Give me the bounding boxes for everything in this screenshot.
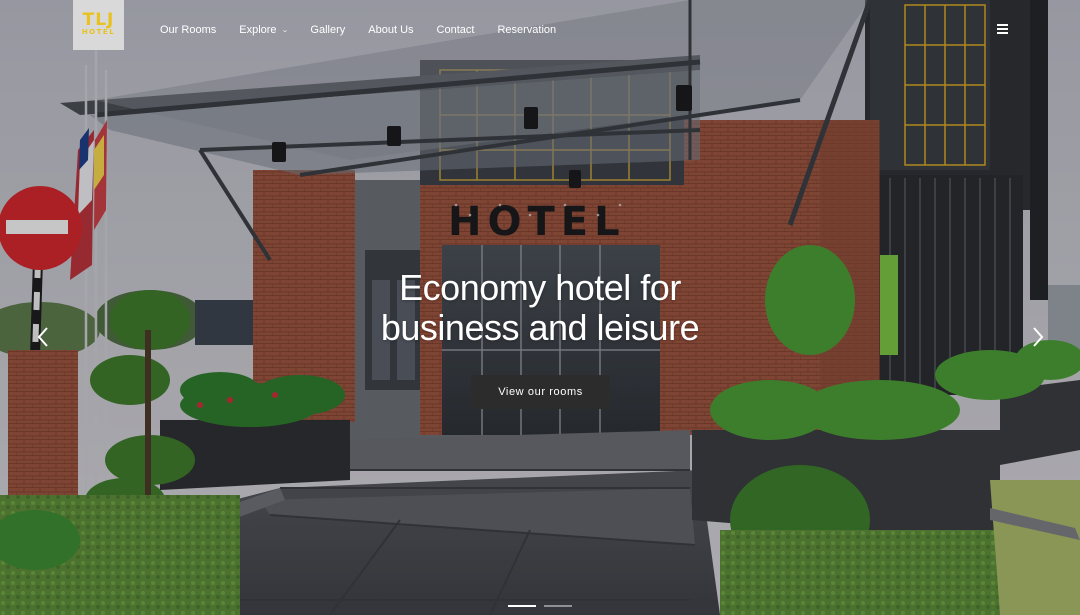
nav-item-about-us[interactable]: About Us [368, 24, 413, 36]
nav-item-contact[interactable]: Contact [437, 24, 475, 36]
chevron-left-icon[interactable] [35, 326, 51, 348]
hero-slider: HOTEL TLJ HOTEL Our Rooms Explore ⌄ Gall… [0, 0, 1080, 615]
main-nav: Our Rooms Explore ⌄ Gallery About Us Con… [160, 21, 579, 39]
slide-dot-2[interactable] [544, 605, 572, 607]
nav-item-gallery[interactable]: Gallery [310, 24, 345, 36]
logo-text: TLJ [82, 10, 115, 30]
hamburger-icon[interactable] [997, 24, 1008, 34]
hero-headline-line1: Economy hotel for [399, 267, 681, 308]
nav-item-label: Contact [436, 24, 475, 36]
nav-item-label: Explore [239, 24, 277, 36]
nav-item-our-rooms[interactable]: Our Rooms [160, 24, 216, 36]
nav-item-reservation[interactable]: Reservation [497, 24, 556, 36]
chevron-down-icon: ⌄ [280, 27, 289, 34]
hero-headline: Economy hotel for business and leisure [340, 268, 740, 348]
logo-subtext: HOTEL [81, 28, 116, 36]
hotel-logo[interactable]: TLJ HOTEL [73, 0, 124, 50]
slider-pagination [508, 605, 580, 607]
nav-item-label: About Us [368, 24, 414, 36]
hero-headline-line2: business and leisure [380, 307, 700, 348]
slide-dot-1[interactable] [508, 605, 536, 607]
chevron-right-icon[interactable] [1030, 326, 1046, 348]
nav-item-label: Our Rooms [160, 24, 217, 36]
nav-item-explore[interactable]: Explore ⌄ [239, 24, 289, 36]
nav-item-label: Reservation [497, 24, 557, 36]
view-rooms-button[interactable]: View our rooms [471, 375, 610, 409]
nav-item-label: Gallery [310, 24, 346, 36]
